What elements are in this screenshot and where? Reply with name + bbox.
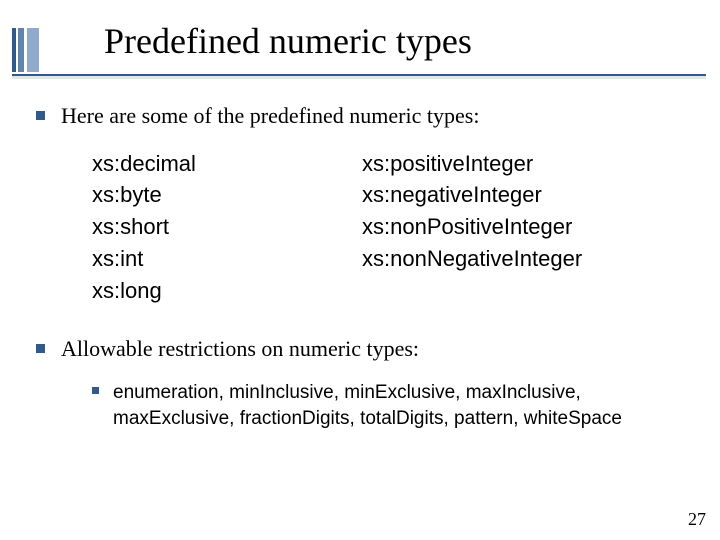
title-accent-bars — [12, 28, 40, 72]
type-item: xs:short — [92, 211, 362, 243]
bullet-1: Here are some of the predefined numeric … — [36, 102, 696, 130]
type-item: xs:nonNegativeInteger — [362, 243, 582, 275]
sub-bullet-1: enumeration, minInclusive, minExclusive,… — [92, 380, 696, 431]
bullet-2-text: Allowable restrictions on numeric types: — [61, 335, 419, 363]
type-item: xs:long — [92, 275, 362, 307]
restrictions-text: enumeration, minInclusive, minExclusive,… — [113, 380, 683, 431]
slide: Predefined numeric types Here are some o… — [0, 0, 720, 540]
bullet-square-icon — [36, 344, 45, 353]
type-item: xs:positiveInteger — [362, 148, 582, 180]
types-column-right: xs:positiveInteger xs:negativeInteger xs… — [362, 148, 582, 307]
type-item: xs:byte — [92, 179, 362, 211]
page-number: 27 — [688, 509, 706, 530]
slide-body: Here are some of the predefined numeric … — [36, 102, 696, 432]
types-column-left: xs:decimal xs:byte xs:short xs:int xs:lo… — [92, 148, 362, 307]
bullet-1-text: Here are some of the predefined numeric … — [61, 102, 479, 130]
types-columns: xs:decimal xs:byte xs:short xs:int xs:lo… — [92, 148, 696, 307]
bullet-square-icon — [36, 111, 45, 120]
type-item: xs:nonPositiveInteger — [362, 211, 582, 243]
slide-title: Predefined numeric types — [104, 20, 472, 62]
title-underline-shadow — [12, 76, 706, 79]
sub-bullet-block: enumeration, minInclusive, minExclusive,… — [92, 380, 696, 431]
bullet-square-icon — [92, 387, 99, 394]
type-item: xs:int — [92, 243, 362, 275]
bullet-2: Allowable restrictions on numeric types: — [36, 335, 696, 363]
type-item: xs:decimal — [92, 148, 362, 180]
type-item: xs:negativeInteger — [362, 179, 582, 211]
